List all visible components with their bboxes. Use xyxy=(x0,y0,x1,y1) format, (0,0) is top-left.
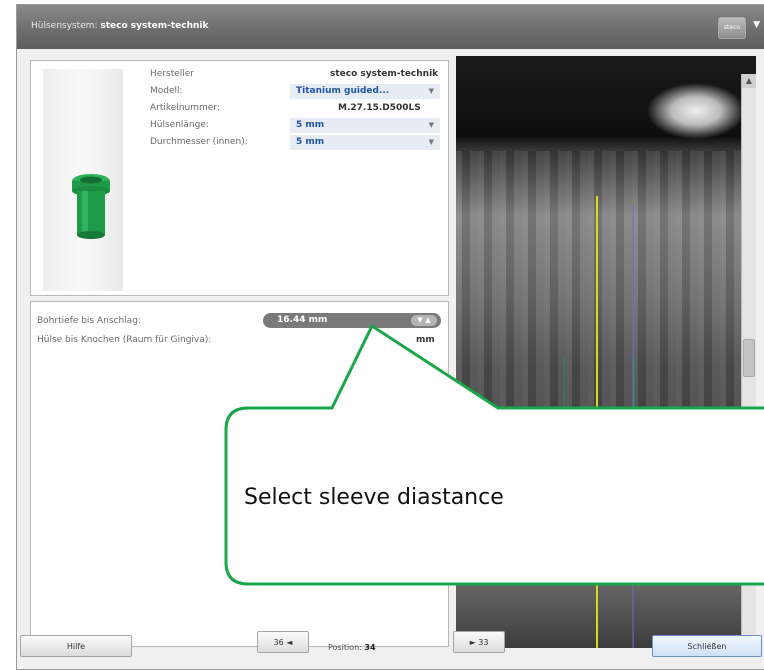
chevron-down-icon[interactable]: ▼ xyxy=(753,20,760,30)
sleeve-image xyxy=(43,69,123,291)
manufacturer-value: steco system-technik xyxy=(330,69,439,79)
sleeve-icon xyxy=(72,174,110,239)
property-inner-diameter: Durchmesser (innen): 5 mm ▼ xyxy=(150,135,450,152)
scroll-up-icon[interactable]: ▲ xyxy=(742,74,756,88)
property-manufacturer: Hersteller steco system-technik xyxy=(150,69,439,79)
next-position-button[interactable]: ► 33 xyxy=(453,631,505,653)
article-number-value: M.27.15.D500LS xyxy=(338,103,421,113)
property-article-number: Artikelnummer: M.27.15.D500LS xyxy=(150,103,421,113)
sleeve-length-select[interactable]: 5 mm ▼ xyxy=(290,118,440,133)
inner-diameter-select[interactable]: 5 mm ▼ xyxy=(290,135,440,150)
chevron-down-icon: ▼ xyxy=(428,138,434,146)
property-sleeve-length: Hülsenlänge: 5 mm ▼ xyxy=(150,118,450,135)
position-indicator: Position: 34 xyxy=(328,643,376,652)
property-model: Modell: Titanium guided... ▼ xyxy=(150,84,450,101)
sleeve-properties-panel: Hersteller steco system-technik Modell: … xyxy=(30,60,449,296)
chevron-down-icon: ▼ xyxy=(428,87,434,95)
chevron-down-icon: ▼ xyxy=(428,121,434,129)
close-button[interactable]: Schließen xyxy=(652,635,762,657)
previous-position-button[interactable]: 36 ◄ xyxy=(257,631,309,653)
help-button[interactable]: Hilfe xyxy=(20,635,132,657)
dialog-title: Hülsensystem: steco system-technik xyxy=(31,21,209,31)
model-select[interactable]: Titanium guided... ▼ xyxy=(290,84,440,99)
sleeve-system-dialog: Hülsensystem: steco system-technik steco… xyxy=(16,4,764,670)
drill-depth-label: Bohrtiefe bis Anschlag: xyxy=(37,316,141,326)
drill-depth-value: 16.44 mm xyxy=(277,315,328,325)
callout-text: Select sleeve diastance xyxy=(244,485,504,510)
scrollbar-thumb[interactable] xyxy=(743,339,755,377)
vertical-scrollbar[interactable]: ▲ ▼ xyxy=(741,74,756,648)
title-bar: Hülsensystem: steco system-technik steco… xyxy=(17,5,764,49)
stepper-arrows-icon[interactable]: ▼ ▲ xyxy=(411,315,437,326)
drill-depth-panel: Bohrtiefe bis Anschlag: 16.44 mm ▼ ▲ Hül… xyxy=(30,301,449,647)
drill-depth-control[interactable]: 16.44 mm ▼ ▲ xyxy=(263,313,441,328)
ct-slice-view[interactable]: ▲ ▼ xyxy=(456,56,756,648)
sleeve-to-bone-value: mm xyxy=(416,335,435,345)
steco-logo-button[interactable]: steco xyxy=(718,17,746,39)
implant-axis-overlay xyxy=(563,196,635,648)
sleeve-to-bone-label: Hülse bis Knochen (Raum für Gingiva): xyxy=(37,335,212,345)
properties-list: Hersteller steco system-technik Modell: … xyxy=(150,67,450,152)
